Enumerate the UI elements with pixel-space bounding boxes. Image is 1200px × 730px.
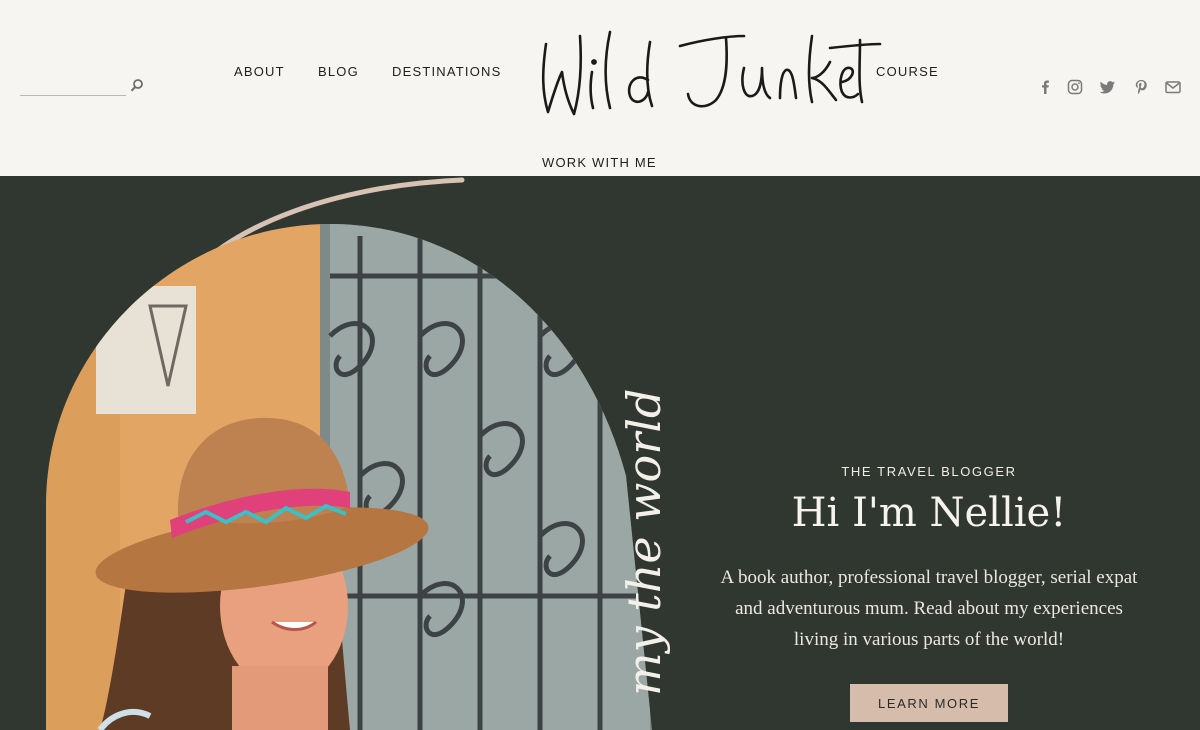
hero-photo: my the world bbox=[46, 177, 671, 730]
search-input[interactable] bbox=[20, 76, 126, 96]
svg-text:my the world: my the world bbox=[617, 389, 671, 696]
logo-script bbox=[541, 30, 882, 116]
twitter-icon[interactable] bbox=[1099, 78, 1117, 96]
hero-intro: A book author, professional travel blogg… bbox=[720, 567, 1138, 650]
nav-about[interactable]: ABOUT bbox=[234, 64, 285, 79]
site-logo[interactable] bbox=[530, 22, 890, 126]
instagram-icon[interactable] bbox=[1066, 78, 1084, 96]
nav-blog[interactable]: BLOG bbox=[318, 64, 359, 79]
nav-work-with-me[interactable]: WORK WITH ME bbox=[542, 155, 657, 170]
vertical-script: my the world bbox=[617, 389, 671, 696]
hero-section: my the world THE TRAVEL BLOGGER Hi I'm N… bbox=[0, 176, 1200, 730]
facebook-icon[interactable] bbox=[1036, 78, 1054, 96]
mail-icon[interactable] bbox=[1164, 78, 1182, 96]
nav-course[interactable]: COURSE bbox=[876, 64, 939, 79]
search-form bbox=[20, 76, 145, 96]
hero-eyebrow: THE TRAVEL BLOGGER bbox=[841, 464, 1017, 479]
pinterest-icon[interactable] bbox=[1132, 78, 1150, 96]
nav-destinations[interactable]: DESTINATIONS bbox=[392, 64, 502, 79]
site-header: ABOUT BLOG DESTINATIONS COURSE WORK WITH… bbox=[0, 0, 1200, 176]
search-icon[interactable] bbox=[130, 78, 144, 92]
learn-more-button[interactable]: LEARN MORE bbox=[850, 684, 1008, 722]
hero-headline: Hi I'm Nellie! bbox=[791, 490, 1067, 536]
